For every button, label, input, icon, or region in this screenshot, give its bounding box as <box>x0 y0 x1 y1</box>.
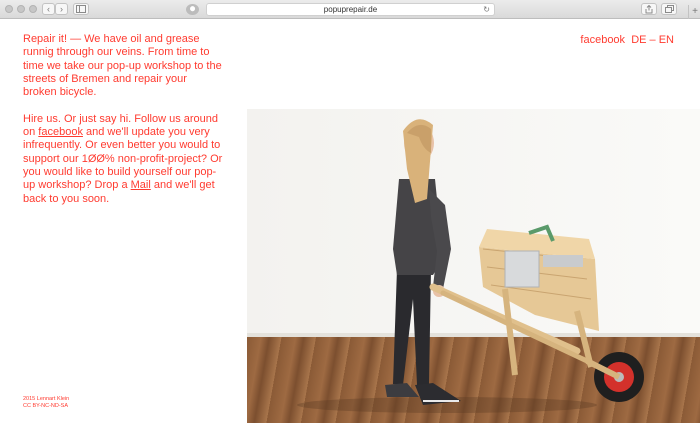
top-nav: facebook DE – EN <box>580 34 674 47</box>
close-window-icon[interactable] <box>5 5 13 13</box>
lang-separator: – <box>649 34 656 46</box>
plus-icon[interactable]: + <box>688 5 700 19</box>
chevron-right-icon[interactable]: › <box>55 3 68 15</box>
lang-en[interactable]: EN <box>659 34 674 46</box>
contact-paragraph: Hire us. Or just say hi. Follow us aroun… <box>23 113 223 206</box>
tabs-icon[interactable] <box>661 3 677 15</box>
photo-illustration <box>297 119 644 413</box>
share-icon[interactable] <box>641 3 657 15</box>
mail-link[interactable]: Mail <box>131 179 151 191</box>
hero-photo <box>247 109 700 423</box>
url-text: popuprepair.de <box>323 5 378 14</box>
facebook-link[interactable]: facebook <box>580 34 625 46</box>
lang-de[interactable]: DE <box>631 34 646 46</box>
footer: 2015 Lennart Klein CC BY-NC-ND-SA <box>23 396 69 410</box>
chevron-left-icon[interactable]: ‹ <box>42 3 55 15</box>
privacy-shield-icon[interactable]: ⬤ <box>186 4 199 15</box>
license: CC BY-NC-ND-SA <box>23 403 69 409</box>
address-bar[interactable]: popuprepair.de ↻ <box>206 3 495 16</box>
facebook-inline-link[interactable]: facebook <box>38 126 83 138</box>
browser-toolbar: ‹ › ⬤ popuprepair.de ↻ + <box>0 0 700 19</box>
minimize-window-icon[interactable] <box>17 5 25 13</box>
reload-icon[interactable]: ↻ <box>483 4 490 15</box>
zoom-window-icon[interactable] <box>29 5 37 13</box>
copyright: 2015 Lennart Klein <box>23 396 70 402</box>
sidebar-icon[interactable] <box>73 3 89 15</box>
intro-paragraph: Repair it! — We have oil and grease runn… <box>23 33 222 99</box>
intro-text: Repair it! — We have oil and grease runn… <box>23 33 223 206</box>
